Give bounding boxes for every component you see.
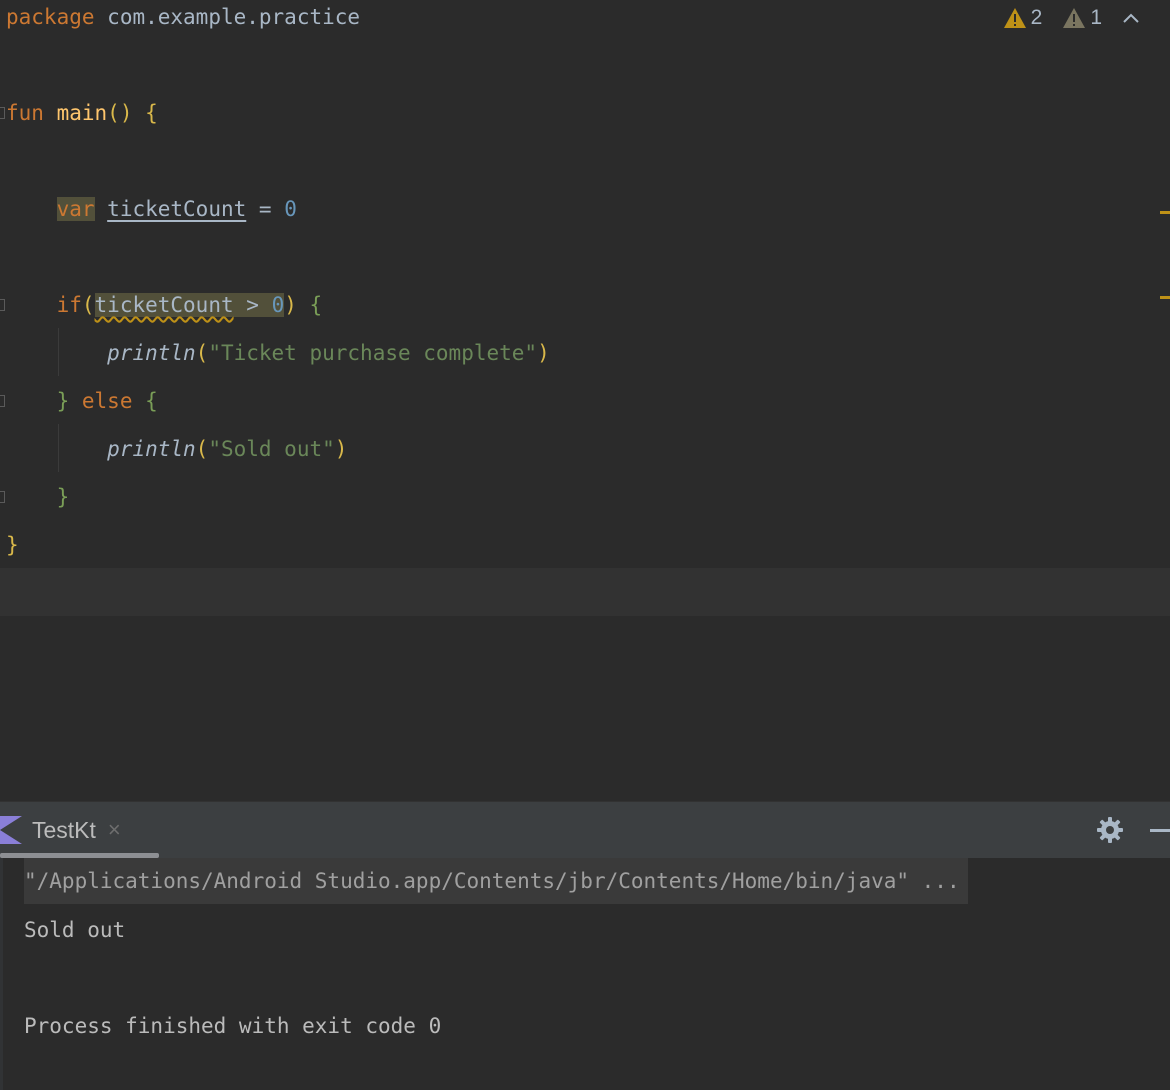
console-exit-message: Process finished with exit code 0: [24, 1014, 442, 1038]
paren-close: ): [334, 437, 348, 461]
package-name: com.example.practice: [107, 5, 361, 29]
if-open-paren: (: [81, 293, 95, 317]
string-ticket-purchase: "Ticket purchase complete": [208, 341, 538, 365]
if-open-brace: {: [309, 293, 323, 317]
run-tool-window-header: TestKt ×: [0, 801, 1170, 858]
run-tab-label: TestKt: [32, 816, 96, 843]
paren-open: (: [195, 341, 209, 365]
variable-name: ticketCount: [107, 197, 247, 221]
paren-open: (: [195, 437, 209, 461]
error-stripe-mark[interactable]: [1160, 296, 1170, 299]
greater-operator: >: [246, 293, 259, 317]
close-icon[interactable]: ×: [108, 817, 121, 843]
fold-marker[interactable]: [0, 491, 5, 503]
fun-close-brace: }: [6, 533, 19, 557]
assign-operator: =: [258, 197, 272, 221]
println-call: println: [107, 341, 196, 365]
code-line-var[interactable]: var ticketCount = 0: [6, 185, 297, 233]
zero-literal: 0: [284, 197, 297, 221]
fun-keyword: fun: [6, 101, 44, 125]
warnings-count: 2: [1030, 6, 1043, 29]
println-call: println: [107, 437, 196, 461]
warnings-indicator[interactable]: 2: [1003, 6, 1043, 30]
code-line-if[interactable]: if(ticketCount > 0) {: [6, 281, 322, 329]
chevron-up-icon[interactable]: [1122, 12, 1140, 24]
var-keyword: var: [56, 197, 95, 221]
fold-marker[interactable]: [0, 299, 5, 311]
weak-warning-icon: [1063, 8, 1086, 28]
console-gutter: [0, 858, 3, 1090]
if-zero-literal: 0: [271, 293, 285, 317]
code-line-else-close[interactable]: }: [6, 473, 70, 521]
console-command-line[interactable]: "/Applications/Android Studio.app/Conten…: [24, 858, 968, 904]
if-close-paren: ): [284, 293, 297, 317]
else-open-brace: {: [145, 389, 158, 413]
string-sold-out: "Sold out": [208, 437, 335, 461]
code-line-package[interactable]: package com.example.practice: [6, 0, 360, 41]
fold-marker[interactable]: [0, 395, 5, 407]
code-line-println-soldout[interactable]: println("Sold out"): [6, 425, 347, 473]
if-variable: ticketCount: [94, 293, 234, 317]
current-line-highlight: [0, 568, 1170, 616]
else-close-brace: }: [56, 485, 70, 509]
fun-parens: (): [107, 101, 133, 125]
if-close-brace: }: [56, 389, 70, 413]
paren-close: ): [537, 341, 550, 365]
run-tab[interactable]: TestKt ×: [0, 802, 121, 858]
code-line-fun-close[interactable]: }: [6, 521, 19, 569]
function-name: main: [56, 101, 108, 125]
run-console[interactable]: "/Applications/Android Studio.app/Conten…: [0, 858, 1170, 1090]
else-keyword: else: [81, 389, 133, 413]
weak-warnings-count: 1: [1090, 6, 1102, 29]
kotlin-icon: [0, 816, 22, 844]
minimize-icon[interactable]: [1150, 829, 1170, 832]
if-keyword: if: [56, 293, 82, 317]
fun-open-brace: {: [145, 101, 158, 125]
code-line-println-complete[interactable]: println("Ticket purchase complete"): [6, 329, 550, 377]
fold-marker[interactable]: [0, 107, 5, 119]
code-line-fun[interactable]: fun main() {: [6, 89, 158, 137]
gear-icon[interactable]: [1096, 816, 1124, 844]
console-output-line: Sold out: [24, 918, 126, 942]
package-keyword: package: [6, 5, 95, 29]
code-line-else[interactable]: } else {: [6, 377, 158, 425]
inspection-widget[interactable]: 2 1: [1003, 0, 1140, 36]
weak-warnings-indicator[interactable]: 1: [1062, 6, 1102, 30]
code-editor[interactable]: package com.example.practice fun main() …: [0, 0, 1170, 800]
error-stripe-mark[interactable]: [1160, 211, 1170, 214]
warning-icon: [1003, 8, 1026, 28]
